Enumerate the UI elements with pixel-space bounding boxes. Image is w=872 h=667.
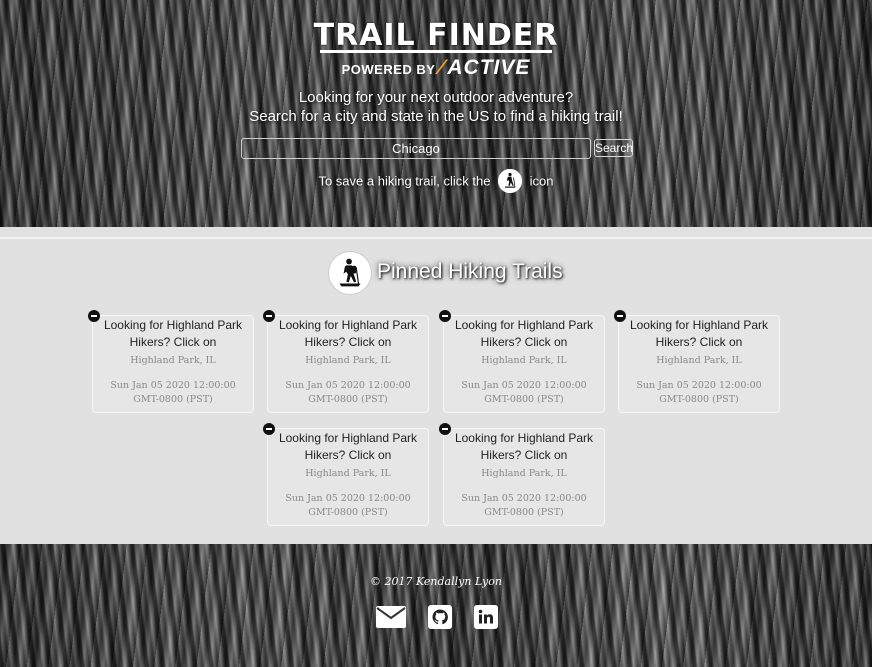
hiker-icon	[498, 169, 523, 193]
footer: © 2017 Kendallyn Lyon	[0, 544, 872, 667]
trail-date: Sun Jan 05 2020 12:00:00 GMT-0800 (PST)	[461, 493, 587, 518]
app-logo-title: TRAIL FINDER	[313, 18, 559, 53]
active-brand: ACTIVE	[447, 56, 531, 79]
hero-header: TRAIL FINDER POWERED BY ⁄ ACTIVE Looking …	[0, 0, 872, 227]
trail-location: Highland Park, IL	[305, 355, 391, 366]
hiker-icon	[328, 251, 372, 295]
trail-name: Looking for Highland Park Hikers? Click …	[103, 318, 243, 349]
trail-location: Highland Park, IL	[305, 468, 391, 479]
trail-location: Highland Park, IL	[481, 468, 567, 479]
active-logo-swoosh: ⁄	[439, 56, 444, 79]
section-title: Pinned Hiking Trails	[377, 260, 563, 283]
trail-card[interactable]: Looking for Highland Park Hikers? Click …	[439, 423, 605, 526]
trail-name: Looking for Highland Park Hikers? Click …	[278, 318, 418, 349]
trail-name: Looking for Highland Park Hikers? Click …	[278, 431, 418, 462]
powered-by: POWERED BY ⁄ ACTIVE	[0, 56, 872, 80]
trail-card[interactable]: Looking for Highland Park Hikers? Click …	[614, 310, 780, 413]
trail-date: Sun Jan 05 2020 12:00:00 GMT-0800 (PST)	[285, 493, 411, 518]
trail-date: Sun Jan 05 2020 12:00:00 GMT-0800 (PST)	[636, 380, 762, 405]
tagline-question: Looking for your next outdoor adventure?	[298, 89, 574, 106]
search-button[interactable]: Search	[594, 139, 633, 157]
search-input[interactable]	[241, 138, 591, 159]
trail-card[interactable]: Looking for Highland Park Hikers? Click …	[263, 310, 429, 413]
trail-name: Looking for Highland Park Hikers? Click …	[629, 318, 769, 349]
trail-location: Highland Park, IL	[481, 355, 567, 366]
save-hint-text: To save a hiking trail, click the	[318, 173, 491, 189]
trail-date: Sun Jan 05 2020 12:00:00 GMT-0800 (PST)	[110, 380, 236, 405]
powered-by-label: POWERED BY	[341, 62, 436, 77]
trail-card[interactable]: Looking for Highland Park Hikers? Click …	[439, 310, 605, 413]
trail-date: Sun Jan 05 2020 12:00:00 GMT-0800 (PST)	[461, 380, 587, 405]
trail-name: Looking for Highland Park Hikers? Click …	[454, 318, 594, 349]
trail-card[interactable]: Looking for Highland Park Hikers? Click …	[263, 423, 429, 526]
trail-date: Sun Jan 05 2020 12:00:00 GMT-0800 (PST)	[285, 380, 411, 405]
github-icon[interactable]	[428, 603, 452, 631]
search-form: Search	[241, 138, 633, 160]
trail-card[interactable]: Looking for Highland Park Hikers? Click …	[88, 310, 254, 413]
envelope-icon[interactable]	[376, 603, 406, 631]
save-hint: To save a hiking trail, click the icon	[0, 169, 872, 194]
trail-location: Highland Park, IL	[656, 355, 742, 366]
pinned-section: Pinned Hiking Trails Looking for Highlan…	[0, 227, 872, 544]
trail-location: Highland Park, IL	[130, 355, 216, 366]
copyright: © 2017 Kendallyn Lyon	[370, 575, 502, 588]
linkedin-icon[interactable]	[474, 603, 498, 631]
tagline-instruction: Search for a city and state in the US to…	[249, 108, 623, 125]
section-divider	[0, 237, 872, 239]
save-hint-text-end: icon	[529, 173, 554, 189]
trail-name: Looking for Highland Park Hikers? Click …	[454, 431, 594, 462]
